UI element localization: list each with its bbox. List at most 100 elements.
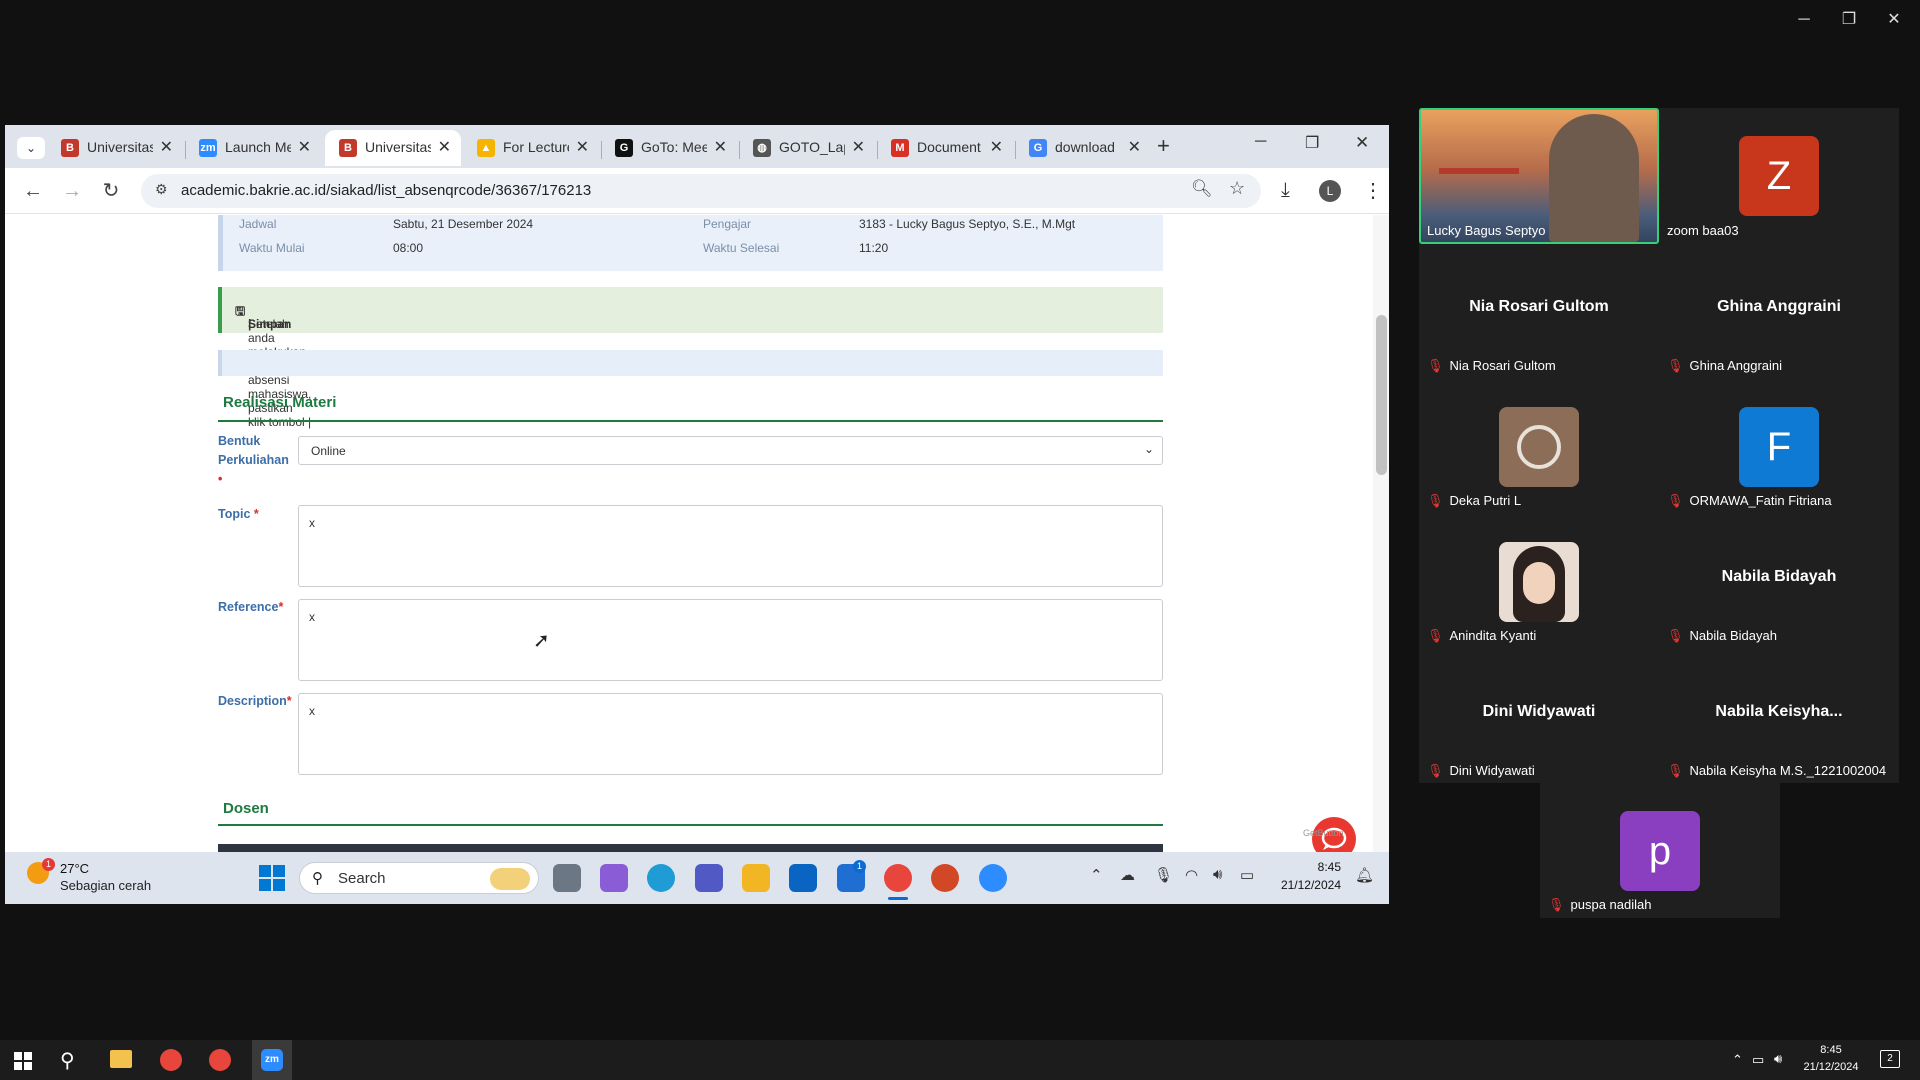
tab-search-button[interactable]: ⌄ <box>17 137 45 159</box>
profile-avatar[interactable]: L <box>1319 180 1341 202</box>
tab-label: Universitas <box>87 139 153 155</box>
close-icon[interactable]: ✕ <box>1128 137 1141 157</box>
back-button[interactable]: ← <box>19 178 47 206</box>
outer-taskbar: ⚲ zm ⌃ ▭ 🔊︎ 8:45 21/12/2024 2 <box>0 1040 1920 1080</box>
outlook-icon[interactable] <box>789 864 817 892</box>
taskbar-search-box[interactable]: ⚲ Search <box>299 862 539 894</box>
tab-goto-lap[interactable]: ◍ GOTO_Lap ✕ <box>739 130 875 166</box>
chrome-icon[interactable] <box>160 1049 182 1071</box>
network-icon[interactable]: ▭ <box>1752 1052 1764 1068</box>
topic-label: Topic * <box>218 505 259 524</box>
search-icon[interactable]: ⚲ <box>60 1048 75 1073</box>
address-bar[interactable]: ⚙ academic.bakrie.ac.id/siakad/list_abse… <box>141 174 1261 208</box>
volume-icon[interactable]: 🔊︎ <box>1213 866 1222 883</box>
file-explorer-icon[interactable] <box>742 864 770 892</box>
reference-textarea[interactable]: x <box>298 599 1163 681</box>
tab-universitas-1[interactable]: B Universitas ✕ <box>47 130 183 166</box>
browser-toolbar: ← → ↻ ⚙ academic.bakrie.ac.id/siakad/lis… <box>5 168 1389 214</box>
zoom-taskbar-button[interactable]: zm <box>252 1040 292 1080</box>
participant-tile[interactable]: Dini Widyawati 🎙︎ Dini Widyawati <box>1419 649 1659 785</box>
notification-bell-icon[interactable]: 🔔︎ <box>1355 866 1374 884</box>
windows-start-icon[interactable] <box>14 1052 32 1070</box>
participant-tile[interactable]: Nia Rosari Gultom 🎙︎ Nia Rosari Gultom <box>1419 244 1659 380</box>
reload-button[interactable]: ↻ <box>97 178 125 206</box>
description-label: Description* <box>218 692 292 711</box>
participant-tile[interactable]: p 🎙︎ puspa nadilah <box>1540 783 1780 919</box>
close-icon[interactable]: ✕ <box>298 137 311 157</box>
tab-document[interactable]: M Document ✕ <box>877 130 1013 166</box>
mail-badge: 1 <box>853 860 866 873</box>
menu-kebab-icon[interactable]: ⋮ <box>1363 178 1383 203</box>
teams-icon[interactable] <box>695 864 723 892</box>
vertical-scrollbar[interactable] <box>1373 215 1389 903</box>
microphone-icon[interactable]: 🎙︎ <box>1154 866 1173 884</box>
copilot-icon[interactable] <box>600 864 628 892</box>
muted-mic-icon: 🎙︎ <box>1548 897 1565 912</box>
participant-name: 🎙︎ ORMAWA_Fatin Fitriana <box>1667 493 1832 509</box>
tab-for-lecturer[interactable]: ▲ For Lecturer ✕ <box>463 130 599 166</box>
chrome-icon[interactable] <box>884 864 912 892</box>
close-icon[interactable]: ✕ <box>160 137 173 157</box>
close-icon[interactable]: ✕ <box>714 137 727 157</box>
participant-tile[interactable]: Nabila Keisyha... 🎙︎ Nabila Keisyha M.S._… <box>1659 649 1899 785</box>
participant-display-name: Ghina Anggraini <box>1717 298 1841 315</box>
file-explorer-icon[interactable] <box>110 1050 132 1068</box>
close-icon[interactable]: ✕ <box>990 137 1003 157</box>
close-window-button[interactable]: ✕ <box>1355 133 1369 153</box>
windows-start-icon[interactable] <box>259 865 285 891</box>
muted-mic-icon: 🎙︎ <box>1667 628 1684 643</box>
bookmark-star-icon[interactable]: ☆ <box>1229 178 1245 199</box>
task-view-icon[interactable] <box>553 864 581 892</box>
close-icon[interactable]: ✕ <box>576 137 589 157</box>
powerpoint-icon[interactable] <box>931 864 959 892</box>
wifi-icon[interactable]: ◠ <box>1185 866 1198 884</box>
tab-download[interactable]: G download ✕ <box>1015 130 1151 166</box>
bentuk-perkuliahan-select[interactable]: Online ⌄ <box>298 436 1163 465</box>
close-icon[interactable]: ✕ <box>852 137 865 157</box>
minimize-button[interactable]: ─ <box>1255 133 1266 151</box>
topic-label-text: Topic <box>218 507 251 521</box>
volume-icon[interactable]: 🔊︎ <box>1774 1051 1782 1067</box>
onedrive-cloud-icon[interactable]: ☁ <box>1120 866 1135 884</box>
required-marker: • <box>218 472 223 486</box>
description-textarea[interactable]: x <box>298 693 1163 775</box>
forward-button[interactable]: → <box>58 178 86 206</box>
site-info-icon[interactable]: ⚙ <box>155 181 168 198</box>
participant-tile[interactable]: Z zoom baa03 <box>1659 108 1899 244</box>
participant-tile[interactable]: 🎙︎ Anindita Kyanti <box>1419 514 1659 650</box>
zoom-magnifier-icon[interactable]: 🔍︎ <box>1191 179 1213 199</box>
tab-launch-meeting[interactable]: zm Launch Meeting ✕ <box>185 130 321 166</box>
zoom-app-icon[interactable] <box>979 864 1007 892</box>
outer-close-button[interactable]: ✕ <box>1874 8 1914 32</box>
outer-minimize-button[interactable]: ─ <box>1784 8 1824 32</box>
chevron-up-icon[interactable]: ⌃ <box>1090 866 1103 884</box>
chevron-up-icon[interactable]: ⌃ <box>1732 1052 1743 1068</box>
battery-icon[interactable]: ▭ <box>1240 866 1254 884</box>
clock-date: 21/12/2024 <box>1803 1061 1859 1073</box>
tab-goto-meeting[interactable]: G GoTo: Meeting ✕ <box>601 130 737 166</box>
avatar-photo <box>1499 407 1579 487</box>
participant-tile[interactable]: F 🎙︎ ORMAWA_Fatin Fitriana <box>1659 379 1899 515</box>
chrome-profile-icon[interactable] <box>209 1049 231 1071</box>
participant-name: 🎙︎ Ghina Anggraini <box>1667 358 1782 374</box>
simpan-label: Simpan <box>248 317 292 331</box>
participant-tile[interactable]: 🎙︎ Deka Putri L <box>1419 379 1659 515</box>
scrollbar-thumb[interactable] <box>1376 315 1387 475</box>
new-tab-button[interactable]: + <box>1157 133 1170 159</box>
outer-restore-button[interactable]: ❐ <box>1829 8 1869 32</box>
download-icon[interactable]: ⤓ <box>1281 179 1290 202</box>
restore-button[interactable]: ❐ <box>1305 133 1319 153</box>
notification-center-icon[interactable]: 2 <box>1880 1050 1900 1068</box>
reference-value: x <box>309 610 315 624</box>
topic-textarea[interactable]: x <box>298 505 1163 587</box>
participant-tile-speaker[interactable]: Lucky Bagus Septyo <box>1419 108 1659 244</box>
tab-universitas-active[interactable]: B Universitas ✕ <box>325 130 461 166</box>
participant-tile[interactable]: Nabila Bidayah 🎙︎ Nabila Bidayah <box>1659 514 1899 650</box>
close-icon[interactable]: ✕ <box>438 137 451 157</box>
select-value: Online <box>311 444 346 458</box>
edge-icon[interactable] <box>647 864 675 892</box>
participant-name-text: Deka Putri L <box>1449 493 1522 508</box>
participant-tile[interactable]: Ghina Anggraini 🎙︎ Ghina Anggraini <box>1659 244 1899 380</box>
bridge-graphic <box>1439 168 1519 174</box>
participant-name: 🎙︎ Dini Widyawati <box>1427 763 1535 779</box>
